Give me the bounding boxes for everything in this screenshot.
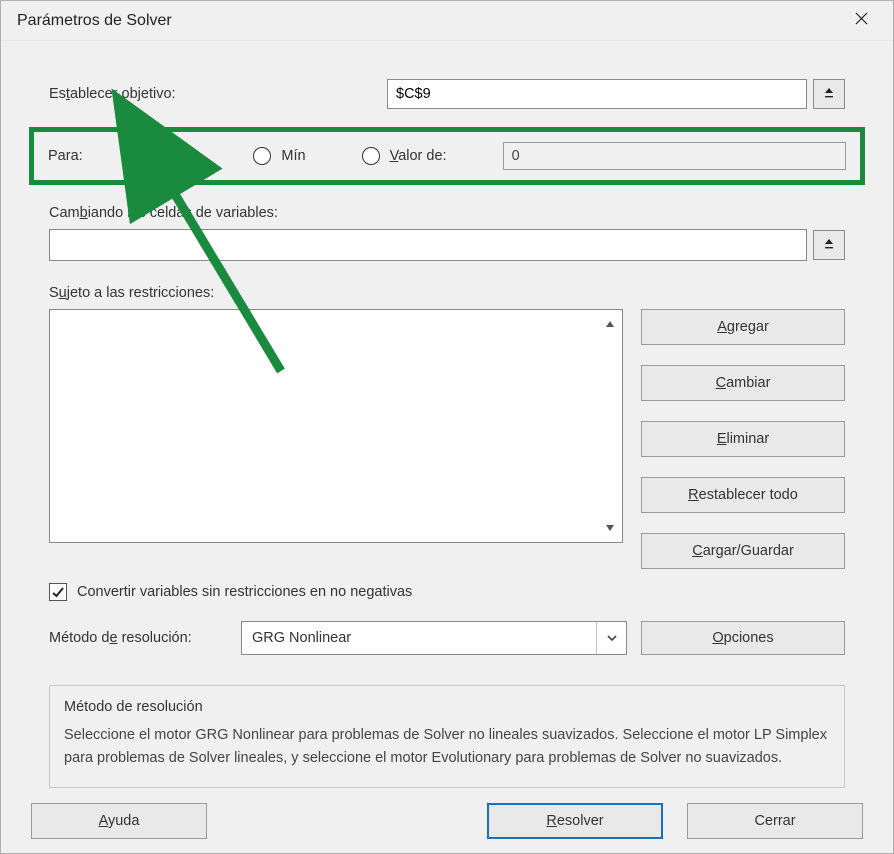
objective-range-picker[interactable] [813,79,845,109]
delete-button[interactable]: Eliminar [641,421,845,457]
text: argar/Guardar [703,543,794,559]
text-accelerator: M [170,148,182,164]
text: alor de: [398,148,446,164]
nonneg-checkbox-row[interactable]: Convertir variables sin restricciones en… [49,583,845,601]
collapse-dialog-icon [822,236,836,254]
text-accelerator: A [99,813,108,829]
variables-input[interactable] [49,229,807,261]
text-accelerator: b [80,205,88,221]
text: yuda [108,813,139,829]
checkbox-icon [49,583,67,601]
para-highlight-box: Para: Máx Mín Valor de: [29,127,865,185]
text: C [754,813,764,829]
radio-icon [362,147,380,165]
radio-icon [253,147,271,165]
text: ambiar [726,375,770,391]
radio-max-label: Máx [170,148,197,164]
radio-min-label: Mín [281,148,305,164]
solve-button[interactable]: Resolver [487,803,663,839]
text: negativas [350,584,412,600]
text: Convertir variables sin restricciones en… [77,584,350,600]
dialog-title: Parámetros de Solver [17,12,841,30]
scroll-down-icon [602,520,618,536]
dialog-content: Establecer objetivo: Para: Máx Mín [1,41,893,816]
text: establecer todo [699,487,798,503]
variables-range-picker[interactable] [813,230,845,260]
scroll-up-icon [602,316,618,332]
variables-label: Cambiando las celdas de variables: [49,205,845,221]
change-button[interactable]: Cambiar [641,365,845,401]
load-save-button[interactable]: Cargar/Guardar [641,533,845,569]
close-icon [855,12,868,29]
method-description-title: Método de resolución [64,696,830,718]
text: Cam [49,205,80,221]
constraints-listbox[interactable] [49,309,623,543]
constraints-label: Sujeto a las restricciones: [49,285,845,301]
chevron-down-icon [596,622,626,654]
dialog-footer: Ayuda Resolver Cerrar [1,803,893,839]
text: S [49,285,59,301]
text: resolución: [118,630,192,646]
text: errar [765,813,796,829]
reset-all-button[interactable]: Restablecer todo [641,477,845,513]
text: áx [182,148,197,164]
method-label: Método de resolución: [49,630,227,646]
radio-max[interactable]: Máx [142,147,197,165]
method-select[interactable]: GRG Nonlinear [241,621,627,655]
text: gregar [727,319,769,335]
text-accelerator: A [717,319,727,335]
method-selected-value: GRG Nonlinear [252,630,351,646]
method-description-box: Método de resolución Seleccione el motor… [49,685,845,788]
radio-min[interactable]: Mín [253,147,305,165]
objective-label: Establecer objetivo: [49,86,387,102]
text-accelerator: C [716,375,726,391]
add-button[interactable]: Agregar [641,309,845,345]
text-accelerator: u [59,285,67,301]
text-accelerator: e [109,630,117,646]
text-accelerator: R [546,813,556,829]
text-accelerator: R [688,487,698,503]
radio-valor-label: Valor de: [390,148,447,164]
method-description-text: Seleccione el motor GRG Nonlinear para p… [64,724,830,769]
text-accelerator: O [712,630,723,646]
constraints-area: Agregar Cambiar Eliminar Restablecer tod… [49,309,845,569]
variables-row [49,229,845,261]
text: Método d [49,630,109,646]
close-footer-button[interactable]: Cerrar [687,803,863,839]
help-button[interactable]: Ayuda [31,803,207,839]
objective-row: Establecer objetivo: [49,79,845,109]
para-label: Para: [48,148,142,164]
text-accelerator: V [390,148,399,164]
solver-dialog: Parámetros de Solver Establecer objetivo… [0,0,894,854]
close-button[interactable] [841,4,881,38]
radio-icon [142,147,160,165]
valor-input [503,142,846,170]
text-accelerator: C [692,543,702,559]
text: Es [49,86,66,102]
text: pciones [724,630,774,646]
objective-input[interactable] [387,79,807,109]
options-button[interactable]: Opciones [641,621,845,655]
method-row: Método de resolución: GRG Nonlinear Opci… [49,621,845,655]
collapse-dialog-icon [822,85,836,103]
constraints-buttons: Agregar Cambiar Eliminar Restablecer tod… [641,309,845,569]
text: jeto a las restricciones: [67,285,214,301]
titlebar: Parámetros de Solver [1,1,893,41]
text: ablecer objetivo: [70,86,176,102]
text: esolver [557,813,604,829]
text: liminar [726,431,769,447]
text: iando las celdas de variables: [88,205,278,221]
radio-valor[interactable]: Valor de: [362,147,447,165]
nonneg-checkbox-label: Convertir variables sin restricciones en… [77,584,412,600]
